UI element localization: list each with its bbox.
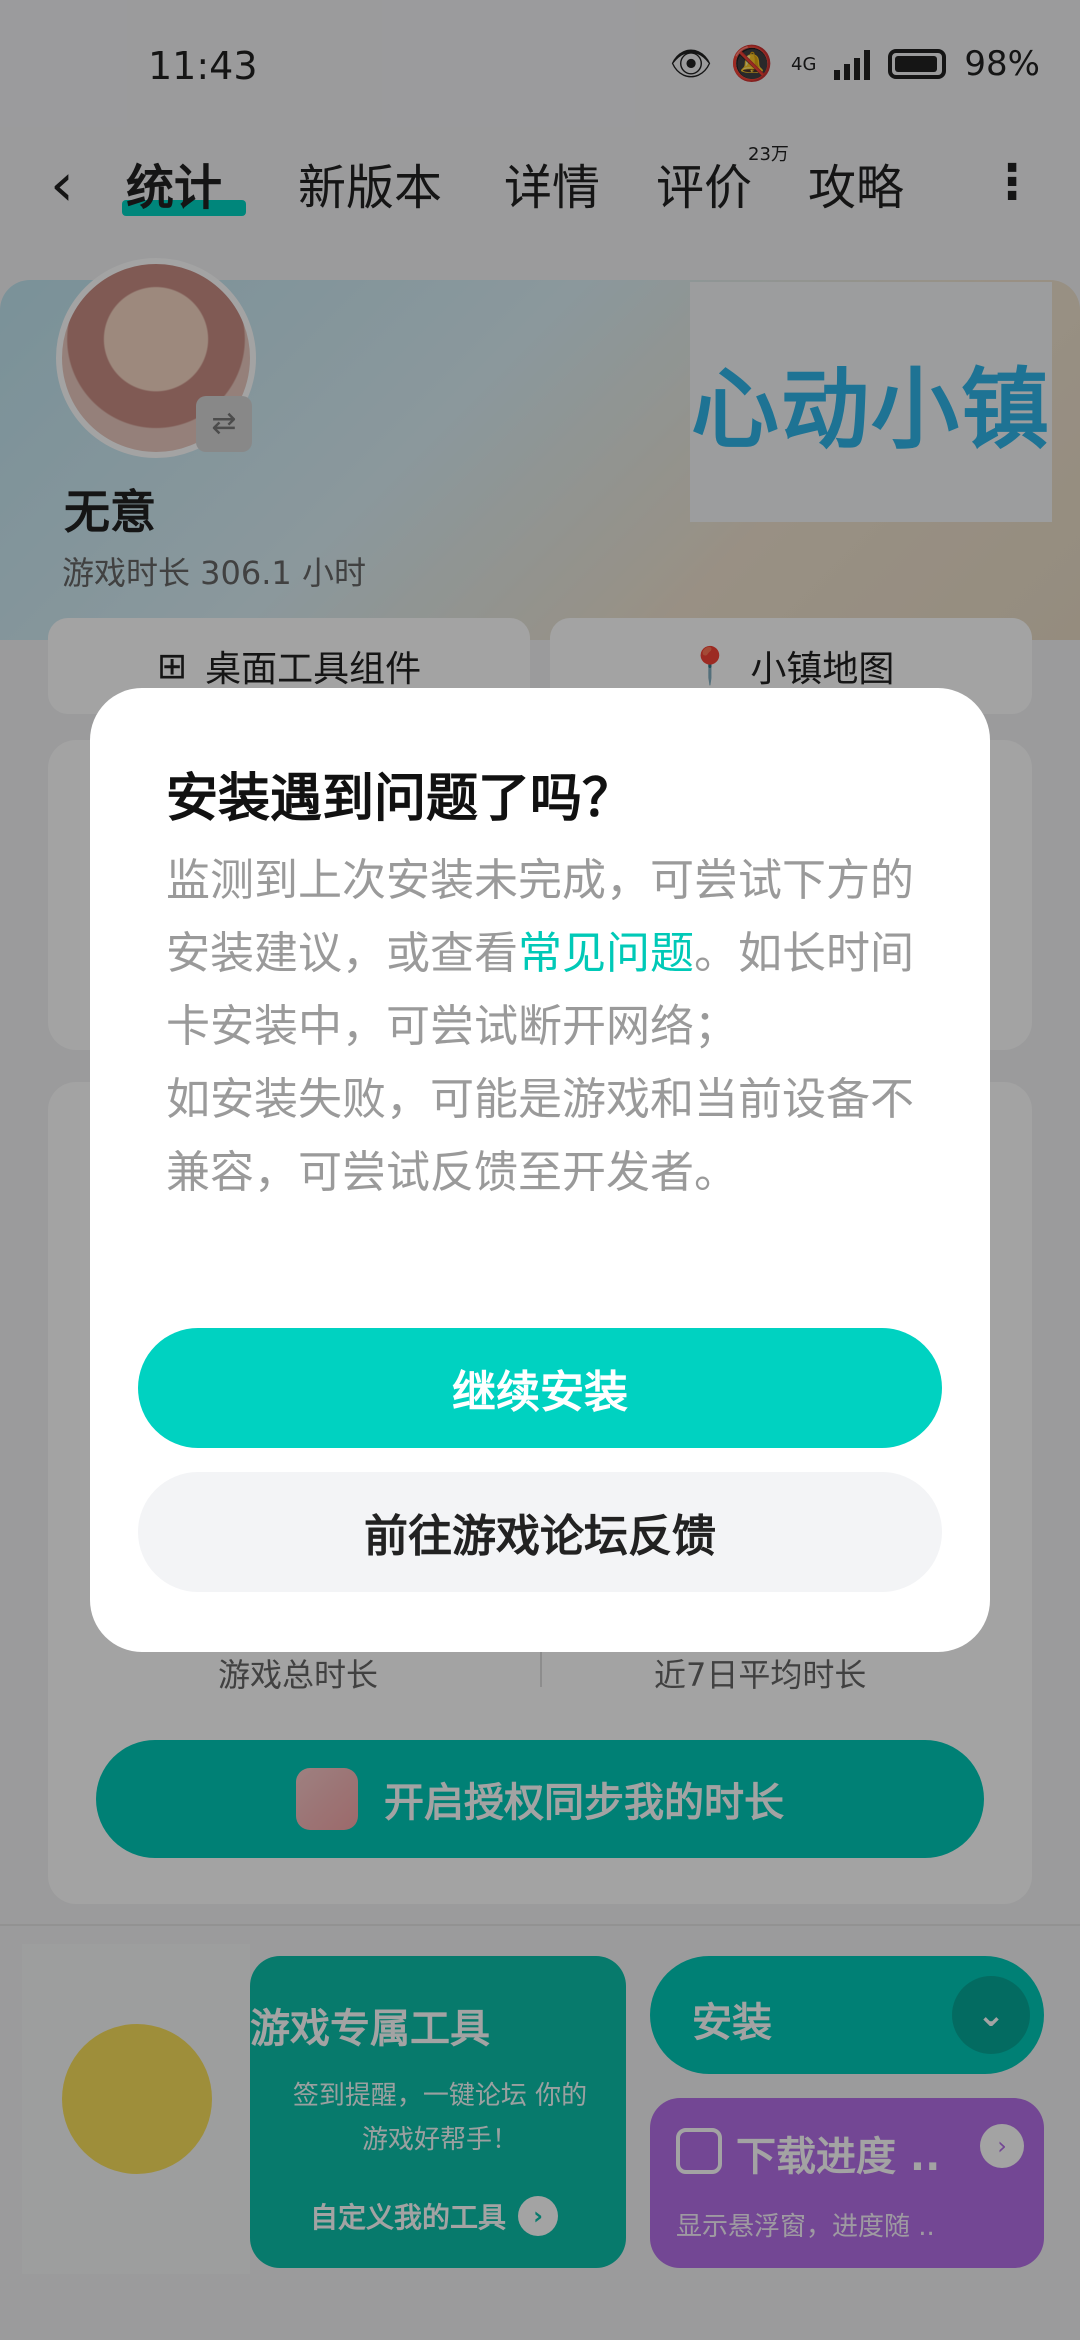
dialog-body: 监测到上次安装未完成，可尝试下方的安装建议，或查看常见问题。如长时间卡安装中，可…	[166, 844, 926, 1209]
install-problem-dialog: 安装遇到问题了吗？ 监测到上次安装未完成，可尝试下方的安装建议，或查看常见问题。…	[90, 688, 990, 1652]
dialog-title: 安装遇到问题了吗？	[166, 769, 635, 829]
forum-feedback-button[interactable]: 前往游戏论坛反馈	[138, 1472, 942, 1592]
continue-install-button[interactable]: 继续安装	[138, 1328, 942, 1448]
faq-link[interactable]: 常见问题	[518, 928, 694, 979]
dialog-body-text-3: 如安装失败，可能是游戏和当前设备不兼容，可尝试反馈至开发者。	[166, 1074, 914, 1198]
